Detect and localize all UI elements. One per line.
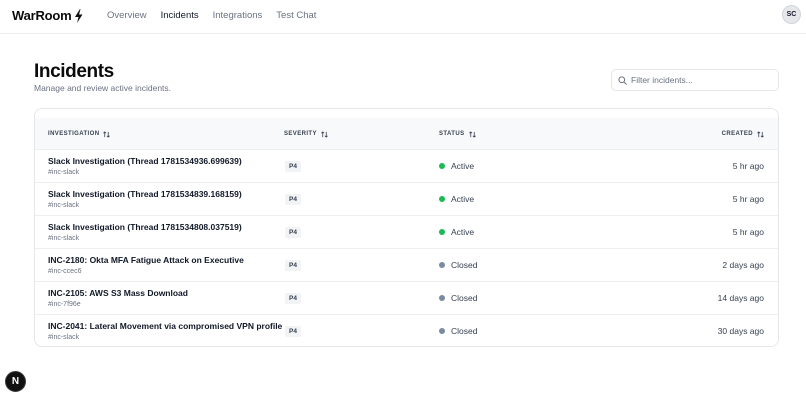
incident-title[interactable]: INC-2180: Okta MFA Fatigue Attack on Exe…: [48, 255, 244, 265]
status-dot-icon: [439, 229, 445, 235]
table-row[interactable]: Slack Investigation (Thread 1781534936.6…: [35, 150, 778, 183]
severity-badge: P4: [285, 227, 301, 238]
column-label: STATUS: [439, 131, 465, 137]
filter-search-box[interactable]: [611, 69, 779, 91]
nav-item-test-chat[interactable]: Test Chat: [276, 10, 316, 21]
severity-badge: P4: [285, 161, 301, 172]
incident-channel: #inc-slack: [48, 202, 80, 209]
column-header-status[interactable]: STATUS: [439, 118, 476, 150]
created-time: 2 days ago: [722, 260, 764, 270]
status-dot-icon: [439, 262, 445, 268]
status-dot-icon: [439, 196, 445, 202]
status-label: Closed: [451, 293, 478, 303]
sort-icon: [468, 130, 476, 138]
brand-logo[interactable]: WarRoom: [12, 8, 83, 23]
created-time: 5 hr ago: [732, 227, 764, 237]
incident-channel: #inc-slack: [48, 169, 80, 176]
status-label: Closed: [451, 260, 478, 270]
status-label: Active: [451, 227, 475, 237]
incident-channel: #inc-slack: [48, 334, 80, 341]
incident-title[interactable]: Slack Investigation (Thread 1781534808.0…: [48, 222, 242, 232]
created-time: 5 hr ago: [732, 161, 764, 171]
page-title: Incidents: [34, 61, 114, 82]
sort-icon: [321, 130, 328, 138]
column-header-investigation[interactable]: INVESTIGATION: [48, 118, 111, 150]
status-cell: Closed: [439, 326, 477, 336]
status-cell: Active: [439, 194, 474, 204]
top-navbar: WarRoom Overview Incidents Integrations …: [0, 0, 806, 34]
created-time: 14 days ago: [717, 293, 764, 303]
search-icon: [618, 75, 627, 85]
column-label: INVESTIGATION: [48, 131, 100, 137]
nav-item-overview[interactable]: Overview: [107, 10, 147, 21]
incident-title[interactable]: Slack Investigation (Thread 1781534839.1…: [48, 189, 242, 199]
status-label: Closed: [451, 326, 478, 336]
table-row[interactable]: INC-2105: AWS S3 Mass Download #inc-7f96…: [35, 282, 778, 315]
status-dot-icon: [439, 163, 445, 169]
filter-incidents-input[interactable]: [631, 75, 771, 85]
status-label: Active: [451, 161, 475, 171]
incident-title[interactable]: INC-2041: Lateral Movement via compromis…: [48, 321, 282, 331]
incidents-table: INVESTIGATION SEVERITY STATUS CREATED Sl…: [34, 108, 779, 347]
incident-title[interactable]: INC-2105: AWS S3 Mass Download: [48, 288, 188, 298]
user-avatar[interactable]: SC: [782, 5, 801, 24]
table-header: INVESTIGATION SEVERITY STATUS CREATED: [35, 118, 778, 150]
severity-badge: P4: [285, 260, 301, 271]
status-cell: Closed: [439, 260, 477, 270]
status-cell: Closed: [439, 293, 477, 303]
incident-channel: #inc-slack: [48, 235, 80, 242]
nav-item-integrations[interactable]: Integrations: [213, 10, 263, 21]
column-header-created[interactable]: CREATED: [722, 118, 764, 150]
brand-name: WarRoom: [12, 8, 72, 23]
next-dev-tools-button[interactable]: N: [5, 371, 26, 392]
sort-icon: [103, 130, 111, 138]
severity-badge: P4: [285, 194, 301, 205]
table-row[interactable]: INC-2041: Lateral Movement via compromis…: [35, 315, 778, 348]
created-time: 5 hr ago: [732, 194, 764, 204]
status-label: Active: [451, 194, 475, 204]
table-row[interactable]: Slack Investigation (Thread 1781534808.0…: [35, 216, 778, 249]
incident-channel: #inc-7f96e: [48, 301, 81, 308]
table-row[interactable]: INC-2180: Okta MFA Fatigue Attack on Exe…: [35, 249, 778, 282]
page-subtitle: Manage and review active incidents.: [34, 83, 172, 93]
column-header-severity[interactable]: SEVERITY: [284, 118, 328, 150]
main-nav: Overview Incidents Integrations Test Cha…: [107, 10, 316, 21]
status-dot-icon: [439, 295, 445, 301]
incident-title[interactable]: Slack Investigation (Thread 1781534936.6…: [48, 156, 242, 166]
incident-channel: #inc-ccec6: [48, 268, 82, 275]
status-dot-icon: [439, 328, 445, 334]
created-time: 30 days ago: [717, 326, 764, 336]
lightning-bolt-icon: [74, 8, 83, 23]
sort-icon: [757, 130, 764, 138]
column-label: SEVERITY: [284, 131, 317, 137]
severity-badge: P4: [285, 326, 301, 337]
nav-item-incidents[interactable]: Incidents: [161, 10, 199, 21]
status-cell: Active: [439, 227, 474, 237]
column-label: CREATED: [721, 131, 753, 137]
status-cell: Active: [439, 161, 474, 171]
table-row[interactable]: Slack Investigation (Thread 1781534839.1…: [35, 183, 778, 216]
severity-badge: P4: [285, 293, 301, 304]
